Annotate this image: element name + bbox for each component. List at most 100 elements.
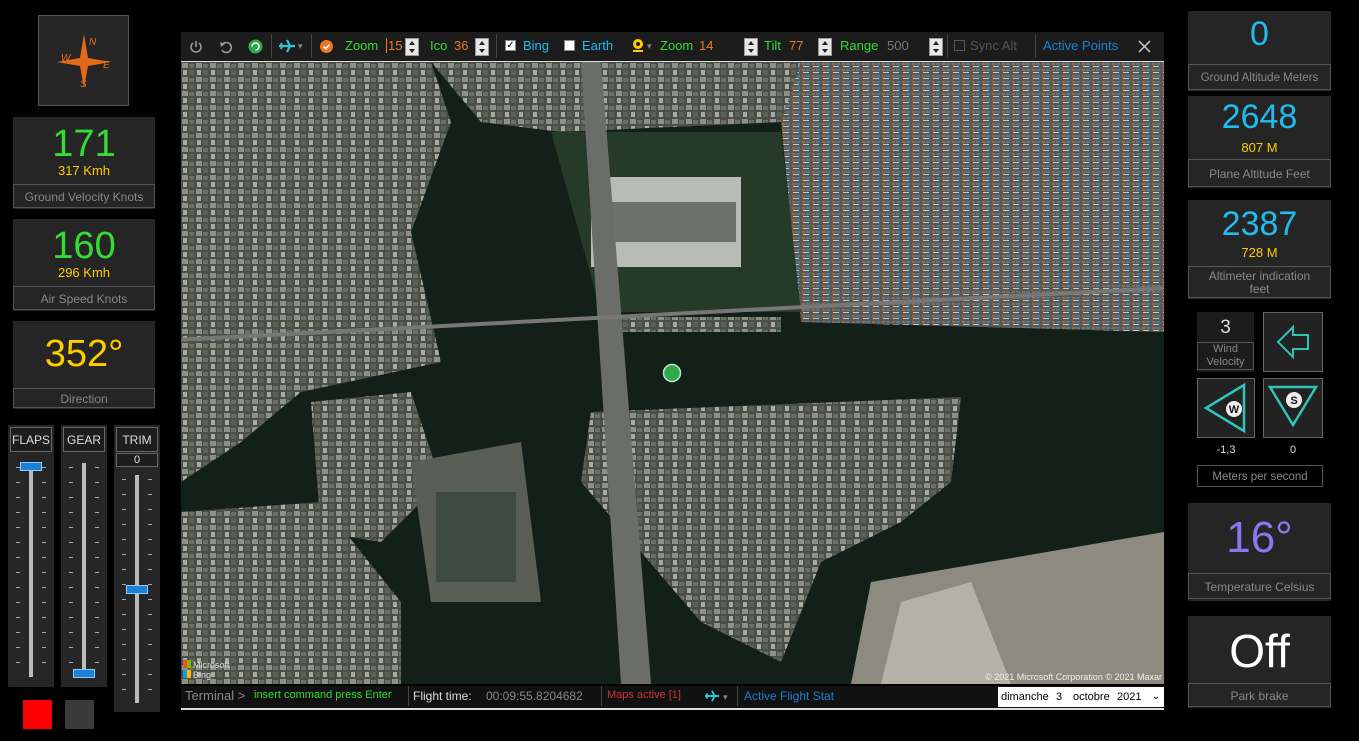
slider-tick: [148, 689, 152, 690]
plane-dropdown-caret-icon[interactable]: ▾: [298, 41, 303, 52]
slider-tick: [122, 569, 126, 570]
slider-tick: [122, 599, 126, 600]
power-icon[interactable]: [189, 40, 203, 54]
slider-tick: [16, 572, 20, 573]
slider-tick: [42, 632, 46, 633]
trim-slider[interactable]: TRIM 0: [114, 425, 160, 712]
slider-tick: [69, 632, 73, 633]
slider-tick: [16, 542, 20, 543]
undo-icon[interactable]: [219, 40, 233, 54]
ico-spinner[interactable]: [475, 38, 489, 56]
compass-n-label: N: [89, 37, 97, 48]
date-dropdown-icon[interactable]: ⌄: [1152, 687, 1160, 707]
zoom-spinner[interactable]: [405, 38, 419, 56]
tilt-input[interactable]: 77: [789, 38, 803, 53]
range-spinner[interactable]: [929, 38, 943, 56]
slider-tick: [148, 569, 152, 570]
command-input[interactable]: insert command press Enter: [254, 689, 392, 701]
refresh-icon[interactable]: [248, 39, 263, 54]
sync-alt-checkbox[interactable]: [954, 40, 965, 51]
flaps-track[interactable]: [29, 463, 33, 677]
direction-panel: 352° Direction: [13, 321, 155, 409]
slider-tick: [122, 494, 126, 495]
air-speed-panel: 160 296 Kmh Air Speed Knots: [13, 219, 155, 311]
map-copyright: © 2021 Microsoft Corporation © 2021 Maxa…: [985, 672, 1162, 682]
slider-tick: [122, 539, 126, 540]
gear-thumb[interactable]: [73, 669, 95, 678]
slider-tick: [95, 617, 99, 618]
bing-label[interactable]: Bing: [523, 38, 549, 53]
status-bar: Terminal > insert command press Enter Fl…: [181, 686, 1164, 710]
slider-tick: [122, 674, 126, 675]
slider-tick: [16, 467, 20, 468]
earth-checkbox[interactable]: [564, 40, 575, 51]
zoom2-input[interactable]: 14: [699, 38, 713, 53]
flight-time-label: Flight time:: [413, 689, 472, 703]
back-arrow-button[interactable]: [1263, 312, 1323, 372]
compass-s-label: S: [80, 79, 87, 90]
park-brake-value: Off: [1229, 625, 1290, 677]
flight-stat-plane-icon[interactable]: [704, 689, 720, 703]
active-points-link[interactable]: Active Points: [1043, 38, 1118, 53]
plane-altitude-panel: 2648 807 M Plane Altitude Feet: [1188, 96, 1331, 188]
earth-label[interactable]: Earth: [582, 38, 613, 53]
wind-velocity-label-line2: Velocity: [1206, 356, 1245, 368]
slider-tick: [95, 572, 99, 573]
sync-alt-label[interactable]: Sync Alt: [970, 38, 1017, 53]
flight-stat-caret-icon[interactable]: ▾: [723, 692, 728, 703]
zoom-input[interactable]: 15: [386, 38, 402, 53]
plane-dropdown-icon[interactable]: [278, 38, 296, 54]
slider-tick: [16, 632, 20, 633]
slider-tick: [69, 512, 73, 513]
slider-tick: [16, 497, 20, 498]
zoom2-spinner[interactable]: [744, 38, 758, 56]
gray-indicator-button[interactable]: [65, 700, 94, 729]
slider-tick: [42, 602, 46, 603]
active-flight-stat-link[interactable]: Active Flight Stat: [744, 689, 834, 703]
wind-velocity-label: Wind Velocity: [1197, 342, 1254, 370]
gear-track[interactable]: [82, 463, 86, 677]
ground-altitude-value: 0: [1250, 15, 1269, 53]
wind-west-value: -1,3: [1216, 444, 1236, 456]
tilt-spinner[interactable]: [818, 38, 832, 56]
plane-altitude-label: Plane Altitude Feet: [1188, 159, 1331, 187]
pin-dropdown-caret-icon[interactable]: ▾: [647, 41, 652, 52]
ico-input[interactable]: 36: [454, 38, 468, 53]
zoom-label: Zoom: [345, 38, 379, 53]
wind-south-value: 0: [1289, 444, 1297, 456]
slider-tick: [95, 632, 99, 633]
temperature-value: 16°: [1226, 513, 1293, 562]
map-pin-icon[interactable]: [631, 38, 645, 54]
slider-tick: [95, 512, 99, 513]
red-indicator-button[interactable]: [23, 700, 52, 729]
temperature-label: Temperature Celsius: [1188, 573, 1331, 599]
park-brake-panel[interactable]: Off Park brake: [1188, 616, 1331, 708]
range-input[interactable]: 500: [887, 38, 909, 53]
close-icon[interactable]: [1138, 40, 1151, 53]
trim-thumb[interactable]: [126, 584, 148, 594]
bing-checkbox[interactable]: ✓: [505, 40, 516, 51]
wind-s-letter: S: [1290, 395, 1297, 407]
slider-tick: [95, 467, 99, 468]
tilt-label: Tilt: [764, 38, 781, 53]
slider-tick: [16, 602, 20, 603]
flaps-thumb[interactable]: [20, 462, 42, 471]
slider-tick: [148, 524, 152, 525]
flight-time-value: 00:09:55.8204682: [486, 689, 583, 703]
slider-tick: [122, 554, 126, 555]
slider-tick: [69, 602, 73, 603]
check-circle-icon[interactable]: [320, 40, 333, 53]
satellite-map[interactable]: Microsoft Bing © 2021 Microsoft Corporat…: [181, 62, 1164, 684]
wind-west-button[interactable]: W: [1197, 378, 1255, 438]
maps-active-status[interactable]: Maps active [1]: [607, 689, 681, 701]
gear-slider[interactable]: GEAR: [61, 425, 107, 687]
flaps-slider[interactable]: FLAPS: [8, 425, 54, 687]
slider-tick: [95, 527, 99, 528]
wind-south-button[interactable]: S: [1263, 378, 1323, 438]
air-speed-value: 160: [52, 225, 116, 267]
slider-tick: [16, 587, 20, 588]
slider-tick: [122, 614, 126, 615]
back-arrow-icon: [1276, 324, 1309, 360]
date-picker[interactable]: dimanche 3 octobre 2021 ⌄: [998, 687, 1164, 707]
date-year: 2021: [1117, 691, 1142, 703]
